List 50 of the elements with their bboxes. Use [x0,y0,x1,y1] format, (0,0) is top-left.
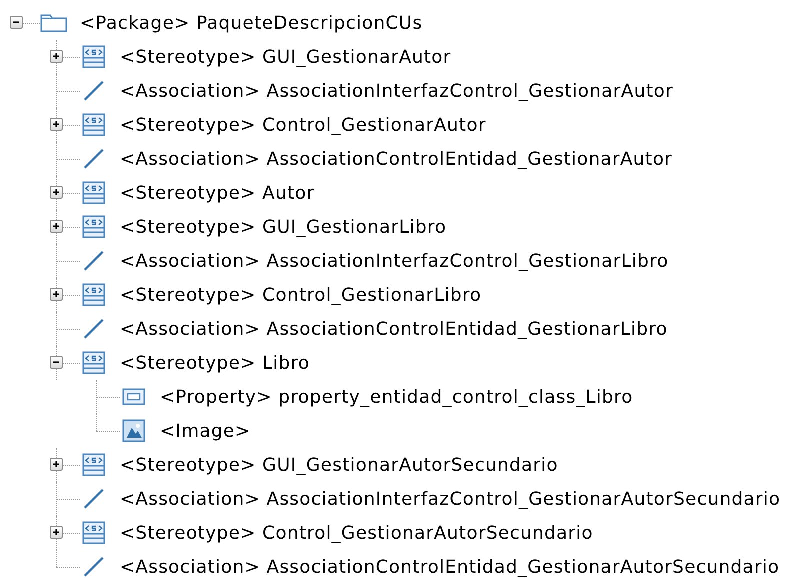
tree-item[interactable]: <Stereotype> GUI_GestionarAutorSecundario [120,454,558,476]
tree-item[interactable]: <Stereotype> GUI_GestionarAutor [120,46,452,68]
expand-toggle[interactable] [50,526,63,539]
stereotype-icon [82,283,106,307]
stereotype-icon [82,521,106,545]
tree-item[interactable]: <Association> AssociationInterfazControl_GestionarAutorSecundario [120,488,781,510]
tree-item[interactable]: <Association> AssociationInterfazControl_GestionarLibro [120,250,669,272]
diagonal-line-icon [83,250,105,272]
stereotype-icon [82,181,106,205]
stereotype-icon [82,45,106,69]
plus-icon [51,289,62,300]
tree-item[interactable]: <Stereotype> Libro [120,352,310,374]
tree-item[interactable]: <Association> AssociationInterfazControl_GestionarAutor [120,80,674,102]
tree-item[interactable]: <Stereotype> GUI_GestionarLibro [120,216,447,238]
tree-item[interactable]: <Stereotype> Control_GestionarLibro [120,284,482,306]
stereotype-icon [82,453,106,477]
tree-item[interactable]: <Stereotype> Autor [120,182,315,204]
plus-icon [51,187,62,198]
tree-item[interactable]: <Association> AssociationControlEntidad_GestionarAutor [120,148,673,170]
expand-toggle[interactable] [50,186,63,199]
stereotype-icon [82,215,106,239]
folder-icon [40,13,68,33]
diagonal-line-icon [83,556,105,578]
plus-icon [51,119,62,130]
plus-icon [51,51,62,62]
tree-item[interactable]: <Stereotype> Control_GestionarAutorSecundario [120,522,594,544]
stereotype-icon [82,351,106,375]
tree-item[interactable]: <Stereotype> Control_GestionarAutor [120,114,486,136]
image-icon [122,419,146,443]
expand-toggle[interactable] [50,458,63,471]
tree-item[interactable]: <Package> PaqueteDescripcionCUs [80,12,423,34]
collapse-toggle[interactable] [50,356,63,369]
diagonal-line-icon [83,148,105,170]
plus-icon [51,459,62,470]
tree-item[interactable]: <Association> AssociationControlEntidad_GestionarLibro [120,318,668,340]
diagonal-line-icon [83,80,105,102]
expand-toggle[interactable] [50,118,63,131]
diagonal-line-icon [83,488,105,510]
expand-toggle[interactable] [50,220,63,233]
tree-item[interactable]: <Property> property_entidad_control_class_Libro [160,386,634,408]
plus-icon [51,221,62,232]
collapse-toggle[interactable] [10,16,23,29]
tree-item[interactable]: <Image> [160,420,251,442]
expand-toggle[interactable] [50,288,63,301]
tree-item[interactable]: <Association> AssociationControlEntidad_GestionarAutorSecundario [120,556,780,578]
stereotype-icon [82,113,106,137]
property-icon [122,387,146,407]
expand-toggle[interactable] [50,50,63,63]
diagonal-line-icon [83,318,105,340]
plus-icon [51,527,62,538]
